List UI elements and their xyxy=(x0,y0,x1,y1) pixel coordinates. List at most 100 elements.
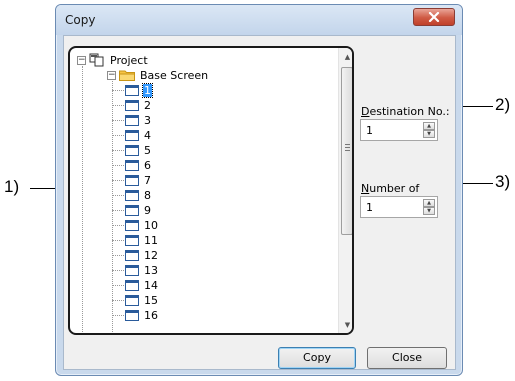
tree-line-item xyxy=(112,135,124,136)
tree-node-screen[interactable]: 10 xyxy=(125,218,159,232)
screen-icon xyxy=(125,249,139,261)
copy-button[interactable]: Copy xyxy=(278,347,356,369)
screen-icon xyxy=(125,189,139,201)
screen-icon xyxy=(125,204,139,216)
callout-destination: 2) xyxy=(495,95,511,114)
tree-label-screen: 5 xyxy=(144,143,151,157)
destination-number-stepper[interactable]: 1 ▲ ▼ xyxy=(360,119,438,141)
tree-node-screen[interactable]: 3 xyxy=(125,113,152,127)
tree-node-screen[interactable]: 4 xyxy=(125,128,152,142)
tree-line-item xyxy=(112,300,124,301)
screen-icon xyxy=(125,294,139,306)
screen-icon xyxy=(125,144,139,156)
tree-label-screen: 11 xyxy=(144,233,158,247)
screen-icon xyxy=(125,84,139,96)
tree-line-item xyxy=(112,285,124,286)
tree-node-project[interactable]: − Project xyxy=(77,53,149,67)
tree-line-item xyxy=(112,120,124,121)
tree-node-base-screen[interactable]: − Base Screen xyxy=(107,68,209,82)
tree-label-screen: 7 xyxy=(144,173,151,187)
tree-label-screen: 1 xyxy=(142,82,153,98)
tree-label-screen: 4 xyxy=(144,128,151,142)
tree-node-screen[interactable]: 16 xyxy=(125,308,159,322)
tree-label-screen: 16 xyxy=(144,308,158,322)
screen-tree-view[interactable]: − Project − Base Screen 1 2 3 4 5 6 7 8 … xyxy=(68,46,354,335)
tree-node-screen[interactable]: 6 xyxy=(125,158,152,172)
tree-label-screen: 9 xyxy=(144,203,151,217)
tree-label-screen: 15 xyxy=(144,293,158,307)
close-window-button[interactable] xyxy=(413,8,455,26)
tree-node-screen[interactable]: 12 xyxy=(125,248,159,262)
tree-node-screen[interactable]: 2 xyxy=(125,98,152,112)
copy-dialog: Copy − Project − Base Screen 1 2 3 4 5 6… xyxy=(55,4,463,376)
tree-content: − Project − Base Screen 1 2 3 4 5 6 7 8 … xyxy=(70,48,338,333)
screen-icon xyxy=(125,99,139,111)
tree-line-root xyxy=(82,66,83,333)
tree-node-screen[interactable]: 11 xyxy=(125,233,159,247)
tree-line-item xyxy=(112,105,124,106)
spin-up-icon[interactable]: ▲ xyxy=(423,199,435,207)
tree-line-item xyxy=(112,90,124,91)
tree-node-screen[interactable]: 1 xyxy=(125,82,153,98)
tree-label-base-screen: Base Screen xyxy=(140,68,209,82)
screen-icon xyxy=(125,279,139,291)
tree-node-screen[interactable]: 13 xyxy=(125,263,159,277)
tree-node-screen[interactable]: 5 xyxy=(125,143,152,157)
tree-line-item xyxy=(112,210,124,211)
tree-label-screen: 12 xyxy=(144,248,158,262)
screen-icon xyxy=(125,159,139,171)
scroll-thumb[interactable] xyxy=(341,67,352,235)
tree-node-screen[interactable]: 15 xyxy=(125,293,159,307)
screen-icon xyxy=(125,129,139,141)
number-of-copies-stepper[interactable]: 1 ▲ ▼ xyxy=(360,196,438,218)
tree-line-item xyxy=(112,150,124,151)
tree-label-screen: 6 xyxy=(144,158,151,172)
tree-node-screen[interactable]: 7 xyxy=(125,173,152,187)
tree-line-item xyxy=(112,180,124,181)
tree-line-item xyxy=(112,225,124,226)
tree-label-screen: 14 xyxy=(144,278,158,292)
tree-label-screen: 2 xyxy=(144,98,151,112)
tree-node-screen[interactable]: 9 xyxy=(125,203,152,217)
tree-scrollbar[interactable]: ▲ ▼ xyxy=(338,48,352,333)
tree-line-folder xyxy=(112,81,113,333)
dialog-body: − Project − Base Screen 1 2 3 4 5 6 7 8 … xyxy=(63,35,456,370)
tree-line-item xyxy=(112,270,124,271)
destination-number-value[interactable]: 1 xyxy=(366,124,373,137)
screen-icon xyxy=(125,219,139,231)
tree-label-screen: 8 xyxy=(144,188,151,202)
tree-line-item xyxy=(112,240,124,241)
window-title: Copy xyxy=(65,13,96,27)
scroll-grip-icon xyxy=(345,144,350,151)
scroll-up-arrow-icon[interactable]: ▲ xyxy=(339,48,352,65)
title-bar: Copy xyxy=(56,5,462,35)
screen-icon xyxy=(125,234,139,246)
tree-line-item xyxy=(112,195,124,196)
tree-label-screen: 3 xyxy=(144,113,151,127)
spin-down-icon[interactable]: ▼ xyxy=(423,130,435,138)
tree-node-screen[interactable]: 14 xyxy=(125,278,159,292)
tree-node-screen[interactable]: 8 xyxy=(125,188,152,202)
tree-label-screen: 13 xyxy=(144,263,158,277)
folder-icon xyxy=(119,69,135,81)
tree-line-item xyxy=(112,315,124,316)
number-of-copies-value[interactable]: 1 xyxy=(366,201,373,214)
destination-label: Destination No.: xyxy=(361,105,450,118)
spin-up-icon[interactable]: ▲ xyxy=(423,122,435,130)
project-icon xyxy=(89,53,105,67)
tree-label-project: Project xyxy=(110,53,148,67)
tree-line-item xyxy=(112,165,124,166)
screen-icon xyxy=(125,309,139,321)
callout-tree: 1) xyxy=(4,177,20,196)
collapse-icon[interactable]: − xyxy=(77,55,86,65)
spin-down-icon[interactable]: ▼ xyxy=(423,207,435,215)
tree-label-screen: 10 xyxy=(144,218,158,232)
collapse-icon[interactable]: − xyxy=(107,70,116,80)
screen-icon xyxy=(125,264,139,276)
callout-copies: 3) xyxy=(495,172,511,191)
scroll-down-arrow-icon[interactable]: ▼ xyxy=(339,316,352,333)
close-icon xyxy=(428,12,440,22)
screen-icon xyxy=(125,174,139,186)
screen-icon xyxy=(125,114,139,126)
close-button[interactable]: Close xyxy=(367,347,447,369)
